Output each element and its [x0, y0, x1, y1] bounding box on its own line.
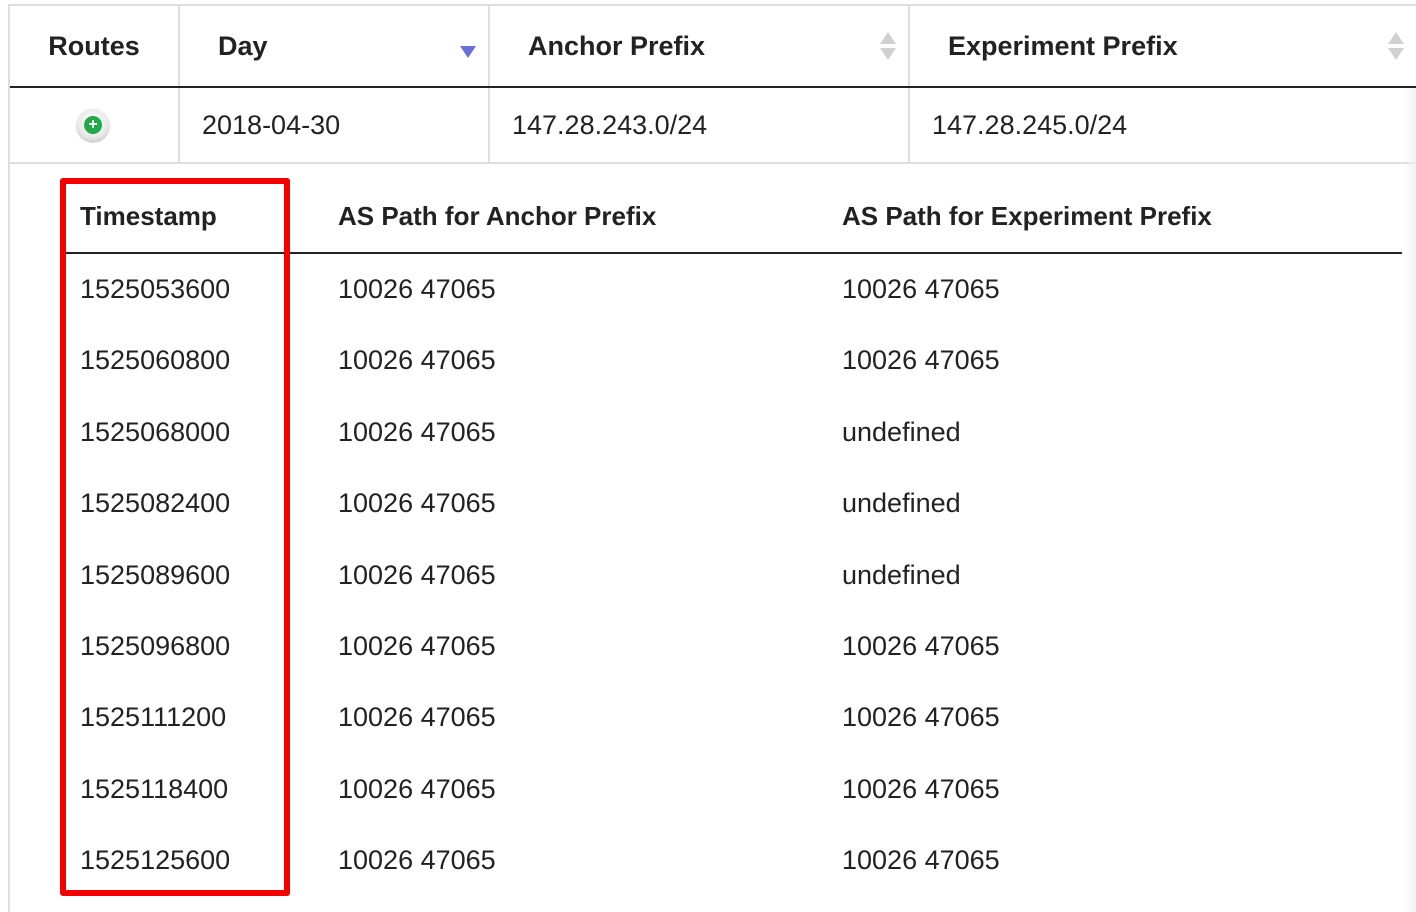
- anchor-path-cell: 10026 47065: [338, 416, 496, 447]
- column-header-day[interactable]: Day: [180, 6, 490, 86]
- anchor-path-cell: 10026 47065: [338, 630, 496, 661]
- column-header-day-label: Day: [218, 31, 268, 61]
- timestamp-cell: 1525060800: [80, 345, 231, 376]
- table-row: 1525125600 10026 47065 10026 47065: [66, 825, 1402, 896]
- scroll-shadow: [1402, 88, 1416, 912]
- column-header-anchor-path: AS Path for Anchor Prefix: [338, 201, 657, 231]
- column-header-anchor-prefix[interactable]: Anchor Prefix: [490, 6, 910, 86]
- experiment-path-cell: undefined: [842, 488, 961, 519]
- experiment-path-cell: undefined: [842, 559, 961, 590]
- table-row: 1525082400 10026 47065 undefined: [66, 468, 1402, 539]
- sort-descending-icon[interactable]: [460, 46, 476, 58]
- column-header-experiment-prefix-label: Experiment Prefix: [948, 31, 1178, 61]
- anchor-path-cell: 10026 47065: [338, 702, 496, 733]
- table-row: 1525060800 10026 47065 10026 47065: [66, 325, 1402, 396]
- anchor-path-cell: 10026 47065: [338, 845, 496, 876]
- timestamp-cell: 1525089600: [80, 559, 231, 590]
- anchor-path-cell: 10026 47065: [338, 488, 496, 519]
- table-row: 1525053600 10026 47065 10026 47065: [66, 254, 1402, 325]
- experiment-path-cell: 10026 47065: [842, 702, 1000, 733]
- experiment-path-cell: 10026 47065: [842, 630, 1000, 661]
- anchor-prefix-cell: 147.28.243.0/24: [490, 88, 910, 162]
- experiment-path-cell: undefined: [842, 416, 961, 447]
- table-row: 1525118400 10026 47065 10026 47065: [66, 754, 1402, 825]
- timestamp-cell: 1525118400: [80, 773, 229, 804]
- timestamp-cell: 1525053600: [80, 274, 231, 304]
- experiment-path-cell: 10026 47065: [842, 345, 1000, 376]
- timestamp-cell: 1525111200: [80, 702, 227, 733]
- anchor-path-cell: 10026 47065: [338, 345, 496, 376]
- table-row: 1525096800 10026 47065 10026 47065: [66, 611, 1402, 682]
- table-row: 1525068000 10026 47065 undefined: [66, 397, 1402, 468]
- table-row: 1525111200 10026 47065 10026 47065: [66, 682, 1402, 753]
- nested-table-header: Timestamp AS Path for Anchor Prefix AS P…: [66, 176, 1402, 254]
- anchor-path-cell: 10026 47065: [338, 274, 496, 304]
- experiment-path-cell: 10026 47065: [842, 845, 1000, 876]
- table-row: 1525089600 10026 47065 undefined: [66, 540, 1402, 611]
- routes-cell: +: [10, 88, 180, 162]
- column-header-anchor-prefix-label: Anchor Prefix: [528, 31, 706, 61]
- main-table-header: Routes Day Anchor Prefix Experiment Pref…: [10, 6, 1416, 88]
- column-header-timestamp: Timestamp: [80, 201, 217, 231]
- timestamp-cell: 1525082400: [80, 488, 231, 519]
- sort-icon[interactable]: [1388, 32, 1404, 62]
- sort-icon[interactable]: [880, 32, 896, 62]
- nested-routes-table: Timestamp AS Path for Anchor Prefix AS P…: [66, 176, 1402, 897]
- plus-circle-icon[interactable]: +: [77, 109, 109, 141]
- nested-table-body: 1525053600 10026 47065 10026 47065 15250608…: [66, 254, 1402, 897]
- timestamp-cell: 1525096800: [80, 630, 231, 661]
- column-header-routes: Routes: [10, 6, 180, 86]
- column-header-experiment-prefix[interactable]: Experiment Prefix: [910, 6, 1416, 86]
- timestamp-cell: 1525068000: [80, 416, 231, 447]
- experiment-prefix-cell: 147.28.245.0/24: [932, 110, 1128, 140]
- anchor-path-cell: 10026 47065: [338, 559, 496, 590]
- experiment-path-cell: 10026 47065: [842, 773, 1000, 804]
- anchor-path-cell: 10026 47065: [338, 773, 496, 804]
- column-header-experiment-path: AS Path for Experiment Prefix: [842, 201, 1212, 231]
- timestamp-cell: 1525125600: [80, 845, 231, 876]
- table-row: + 2018-04-30 147.28.243.0/24 147.28.245.…: [10, 88, 1416, 164]
- experiment-path-cell: 10026 47065: [842, 274, 1000, 304]
- day-cell: 2018-04-30: [180, 88, 490, 162]
